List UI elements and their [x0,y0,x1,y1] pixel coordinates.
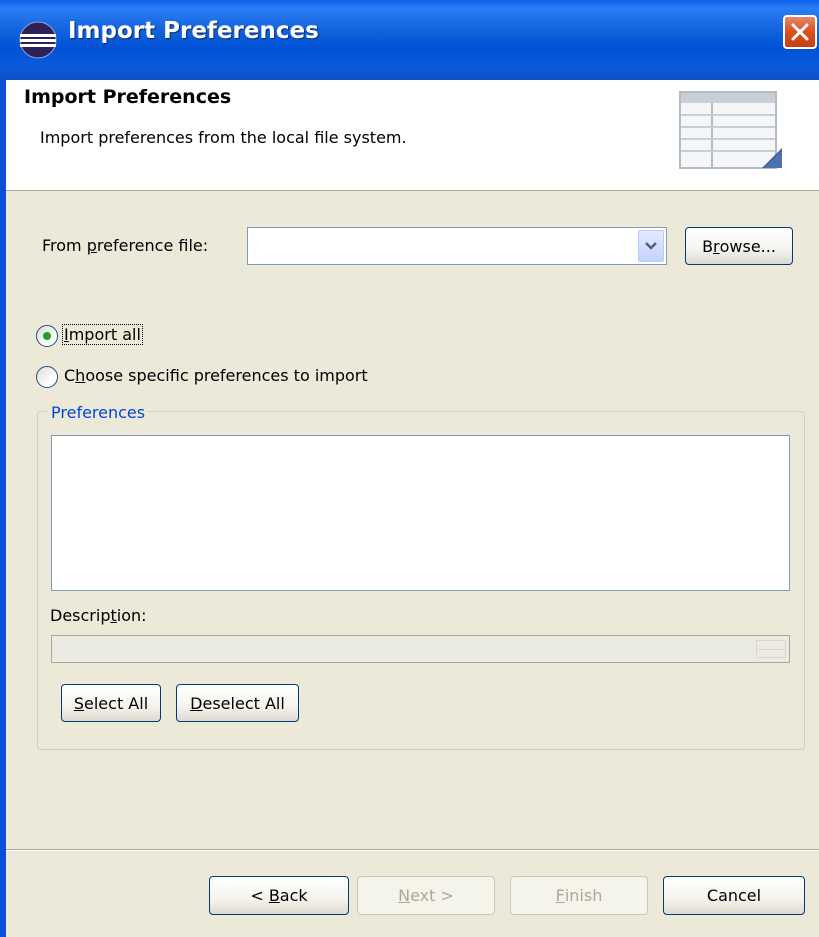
chevron-down-icon [645,242,657,250]
description-scroll-grip [756,640,786,658]
radio-selected-dot [43,332,51,340]
label-text: From [42,236,87,255]
preference-file-label: From preference file: [42,236,208,255]
button-text: < [250,886,269,905]
button-mnemonic: F [555,886,565,905]
preferences-group-title: Preferences [48,403,149,422]
import-all-label[interactable]: Import all [62,324,143,345]
label-text: reference file: [96,236,209,255]
description-field [51,635,790,663]
button-text: elect All [84,693,149,713]
close-button[interactable] [783,15,817,49]
page-description: Import preferences from the local file s… [40,128,407,147]
page-title: Import Preferences [24,86,232,108]
button-text: eselect All [202,693,285,713]
button-text: B [702,236,714,256]
finish-button[interactable]: Finish [510,876,648,915]
button-text: ext > [410,886,454,905]
combo-dropdown-button[interactable] [638,230,664,262]
footer-separator [6,849,819,851]
import-preferences-dialog: Import Preferences Import Preferences Im… [0,0,819,937]
label-text: ion: [116,606,147,625]
preference-file-combo[interactable] [247,227,667,265]
button-mnemonic: D [190,693,203,713]
label-text: Descrip [50,606,111,625]
back-button[interactable]: < Back [209,876,349,915]
next-button[interactable]: Next > [357,876,495,915]
browse-button[interactable]: Br owse... [685,227,793,265]
choose-specific-radio[interactable] [36,366,58,388]
focus-indicator: Import all [62,324,143,345]
label-mnemonic: h [75,366,86,385]
select-all-button[interactable]: Select All [61,684,161,722]
button-mnemonic: N [398,886,411,905]
title-bar[interactable]: Import Preferences [0,0,819,80]
preferences-table-icon [679,91,782,169]
eclipse-app-icon [19,21,57,59]
label-mnemonic: p [86,236,97,255]
button-text: Cancel [706,886,762,905]
label-text: C [64,366,76,385]
import-all-radio[interactable] [36,325,58,347]
label-text: oose specific preferences to import [85,366,368,385]
button-mnemonic: S [73,693,85,713]
button-text: inish [564,886,603,905]
window-title: Import Preferences [68,18,319,44]
label-text: mport all [68,325,141,344]
close-icon [791,23,809,41]
button-mnemonic: r [713,236,720,256]
button-text: ack [279,886,308,905]
cancel-button[interactable]: Cancel [663,876,805,915]
window-frame-left [0,80,6,937]
button-mnemonic: B [268,886,280,905]
button-text: owse... [719,236,776,256]
description-label: Description: [50,606,147,625]
choose-specific-label[interactable]: Choose specific preferences to import [64,366,368,385]
wizard-header: Import Preferences Import preferences fr… [6,80,819,191]
deselect-all-button[interactable]: Deselect All [176,684,299,722]
preferences-list[interactable] [51,435,790,591]
